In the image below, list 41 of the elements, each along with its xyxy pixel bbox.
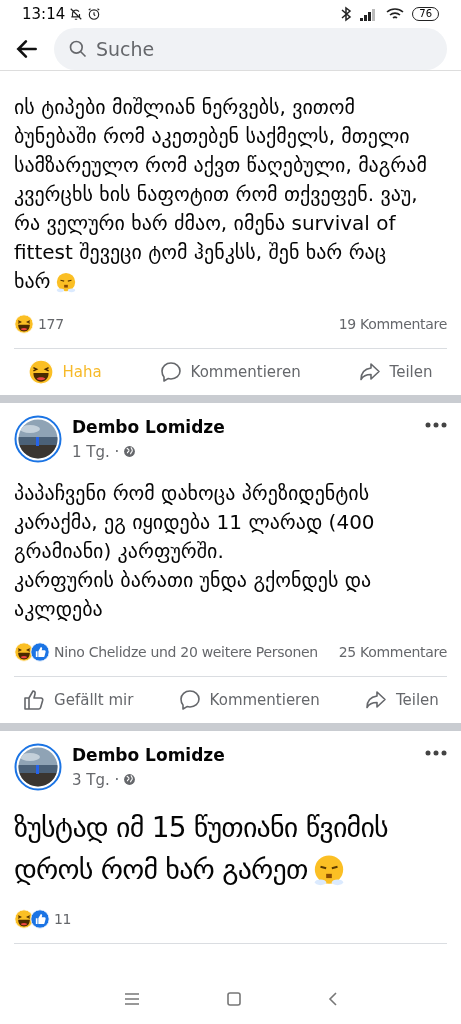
back-icon[interactable]: [327, 992, 338, 1006]
post-time: 1 Tg. ·: [72, 441, 120, 463]
post-action-button[interactable]: Kommentieren: [158, 360, 301, 384]
thumbs-up-icon: [30, 642, 50, 662]
search-field[interactable]: Suche: [54, 28, 447, 70]
author-name[interactable]: Dembo Lomidze: [72, 743, 415, 769]
post-action-button[interactable]: Gefällt mir: [22, 688, 134, 712]
post-text: ის ტიპები მიშლიან ნერვებს, ვითომ ბუნებაში რომ აკეთებენ საქმელს, მთელი სამზარეულო რომ აქვთ წაღებული, მაგრამ კვერცხს ხის ნაფოტით რომ თქვეფენ. ვაუ, რა ველური ხარ ძმაო, იმენა survival of fittest შევეცი ტომ ჰენკსს, შენ ხარ რაც ხარ: [14, 94, 428, 296]
bell-off-icon: [69, 7, 84, 21]
home-square-icon[interactable]: [226, 992, 241, 1006]
post-action-button[interactable]: Kommentieren: [177, 688, 320, 712]
post-text: პაპაჩვენი რომ დახოცა პრეზიდენტის კარაქმა, ეგ იყიდება 11 ლარად (400 გრამიანი) კარფურში. კარფურის ბარათი უნდა გქონდეს და აკლდება: [14, 480, 376, 623]
globe-icon: [123, 773, 137, 787]
huffing-face-icon: [54, 271, 77, 294]
reaction-summary[interactable]: 177: [38, 313, 64, 335]
reaction-summary[interactable]: 11: [54, 908, 72, 930]
menu-icon[interactable]: [123, 992, 140, 1006]
author-name[interactable]: Dembo Lomidze: [72, 415, 415, 441]
reaction-summary[interactable]: Nino Chelidze und 20 weitere Personen: [54, 641, 318, 663]
thumbs-up-icon: [22, 688, 47, 712]
laughing-face-icon: [14, 314, 34, 334]
clock: 13:14: [22, 3, 66, 25]
post-action-button[interactable]: Teilen: [363, 688, 439, 712]
laughing-face-icon: [28, 359, 55, 385]
search-icon: [68, 39, 88, 59]
bluetooth-icon: [340, 6, 353, 22]
more-options-icon[interactable]: [425, 749, 447, 757]
globe-icon: [123, 445, 137, 459]
comment-count[interactable]: 19 Kommentare: [338, 313, 447, 335]
speech-bubble-icon: [177, 688, 202, 712]
wifi-icon: [386, 7, 405, 21]
post-text: ზუსტად იმ 15 წუთიანი წვიმის დროს რომ ხარ გარეთ: [14, 810, 389, 890]
avatar: [14, 415, 62, 463]
post-time: 3 Tg. ·: [72, 769, 120, 791]
avatar: [14, 743, 62, 791]
post-action-button[interactable]: Teilen: [357, 360, 433, 384]
more-options-icon[interactable]: [425, 421, 447, 429]
comment-count[interactable]: 25 Kommentare: [338, 641, 447, 663]
alarm-clock-icon: [87, 7, 102, 21]
speech-bubble-icon: [158, 360, 183, 384]
thumbs-up-icon: [30, 909, 50, 929]
